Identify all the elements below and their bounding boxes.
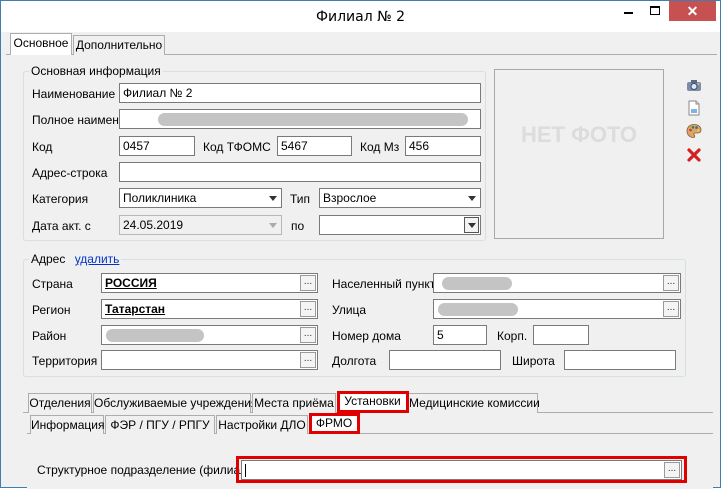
type-value: Взрослое (323, 191, 377, 205)
country-value: РОССИЯ (105, 276, 157, 290)
address-line-label: Адрес-строка (32, 166, 108, 180)
date-from-value: 24.05.2019 (123, 218, 184, 232)
tfoms-input[interactable]: 5467 (277, 136, 352, 156)
camera-icon[interactable] (686, 77, 702, 93)
redacted-value (442, 277, 512, 290)
category-dropdown-button[interactable] (265, 189, 281, 207)
subtab-information[interactable]: Информация (30, 415, 104, 435)
category-select[interactable]: Поликлиника (119, 188, 282, 208)
redacted-value (158, 113, 468, 126)
date-from-dropdown-button (265, 216, 281, 234)
minimize-icon (624, 12, 633, 14)
settlement-input[interactable]: ... (433, 273, 681, 293)
tab-reception-places[interactable]: Места приёма (252, 393, 336, 413)
subtab-fer-pgu-rpgu[interactable]: ФЭР / ПГУ / РПГУ (105, 415, 215, 435)
palette-icon[interactable] (686, 123, 702, 139)
country-input[interactable]: РОССИЯ ... (101, 273, 318, 293)
type-dropdown-button[interactable] (464, 189, 480, 207)
region-ellipsis-button[interactable]: ... (300, 301, 316, 317)
address-title-text: Адрес (31, 252, 66, 266)
type-label: Тип (290, 192, 311, 206)
subtab-dlo-settings[interactable]: Настройки ДЛО (216, 415, 308, 435)
tab-medical-commissions[interactable]: Медицинские комиссии (408, 393, 540, 413)
close-button[interactable]: ✕ (669, 1, 716, 21)
maximize-button[interactable] (642, 1, 669, 21)
main-info-title: Основная информация (29, 64, 163, 78)
title-bar: Филиал № 2 ✕ (1, 1, 720, 32)
building-input[interactable] (533, 325, 589, 345)
latitude-input[interactable] (564, 350, 676, 370)
latitude-label: Широта (512, 354, 555, 368)
close-icon: ✕ (686, 3, 699, 19)
territory-input[interactable]: ... (101, 350, 318, 370)
street-input[interactable]: ... (433, 299, 681, 319)
code-input[interactable]: 0457 (119, 136, 195, 156)
name-input[interactable]: Филиал № 2 (119, 83, 481, 103)
redacted-value (106, 329, 204, 342)
window-title: Филиал № 2 (315, 9, 406, 25)
building-label: Корп. (497, 329, 528, 343)
street-label: Улица (332, 303, 367, 317)
type-select[interactable]: Взрослое (319, 188, 481, 208)
code-label: Код (32, 140, 53, 154)
region-value: Татарстан (105, 302, 166, 316)
tab-departments[interactable]: Отделения (28, 393, 92, 413)
minimize-button[interactable] (615, 1, 642, 21)
region-input[interactable]: Татарстан ... (101, 299, 318, 319)
date-to-picker[interactable] (319, 215, 481, 235)
longitude-input[interactable] (389, 350, 501, 370)
highlight-frmo-tab (309, 413, 360, 434)
house-input[interactable]: 5 (433, 325, 487, 345)
date-to-dropdown-button[interactable] (464, 217, 479, 233)
chevron-down-icon (468, 196, 476, 201)
name-label: Наименование (32, 87, 116, 101)
date-from-picker: 24.05.2019 (119, 215, 282, 235)
mz-input[interactable]: 456 (405, 136, 481, 156)
document-icon[interactable] (686, 100, 702, 116)
highlight-struct-unit-field (236, 456, 687, 483)
category-value: Поликлиника (123, 191, 197, 205)
address-title: Адрес удалить (29, 252, 122, 266)
house-label: Номер дома (332, 329, 401, 343)
street-ellipsis-button[interactable]: ... (663, 301, 679, 317)
country-ellipsis-button[interactable]: ... (300, 275, 316, 291)
highlight-settings-tab (337, 391, 409, 413)
fullname-input[interactable] (119, 109, 481, 129)
struct-unit-label: Структурное подразделение (филиал) (37, 463, 252, 477)
branch-window: Филиал № 2 ✕ Основное Дополнительно Осно… (0, 0, 721, 489)
tab-serviced-institutions[interactable]: Обслуживаемые учреждения (93, 393, 257, 413)
district-label: Район (32, 329, 67, 343)
fullname-label: Полное наимен. (32, 113, 123, 127)
settlement-ellipsis-button[interactable]: ... (663, 275, 679, 291)
region-label: Регион (32, 303, 71, 317)
district-ellipsis-button[interactable]: ... (300, 327, 316, 343)
tab-additional[interactable]: Дополнительно (73, 35, 165, 55)
delete-x-icon[interactable] (686, 147, 702, 163)
district-input[interactable]: ... (101, 325, 318, 345)
date-from-label: Дата акт. с (32, 219, 91, 233)
territory-ellipsis-button[interactable]: ... (300, 352, 316, 368)
redacted-value (438, 303, 518, 316)
maximize-icon (650, 6, 660, 15)
territory-label: Территория (32, 354, 98, 368)
category-label: Категория (32, 192, 89, 206)
chevron-down-icon (468, 223, 476, 228)
photo-box[interactable]: НЕТ ФОТО (494, 69, 664, 239)
chevron-down-icon (269, 196, 277, 201)
country-label: Страна (32, 277, 73, 291)
address-line-input[interactable] (119, 162, 481, 182)
tab-main[interactable]: Основное (10, 33, 72, 55)
no-photo-placeholder: НЕТ ФОТО (520, 122, 637, 147)
mz-label: Код Мз (360, 140, 400, 154)
tfoms-label: Код ТФОМС (203, 140, 271, 154)
chevron-down-icon (269, 223, 277, 228)
address-delete-link[interactable]: удалить (75, 252, 120, 266)
settlement-label: Населенный пункт (332, 277, 436, 291)
longitude-label: Долгота (332, 354, 377, 368)
date-to-label: по (291, 219, 305, 233)
